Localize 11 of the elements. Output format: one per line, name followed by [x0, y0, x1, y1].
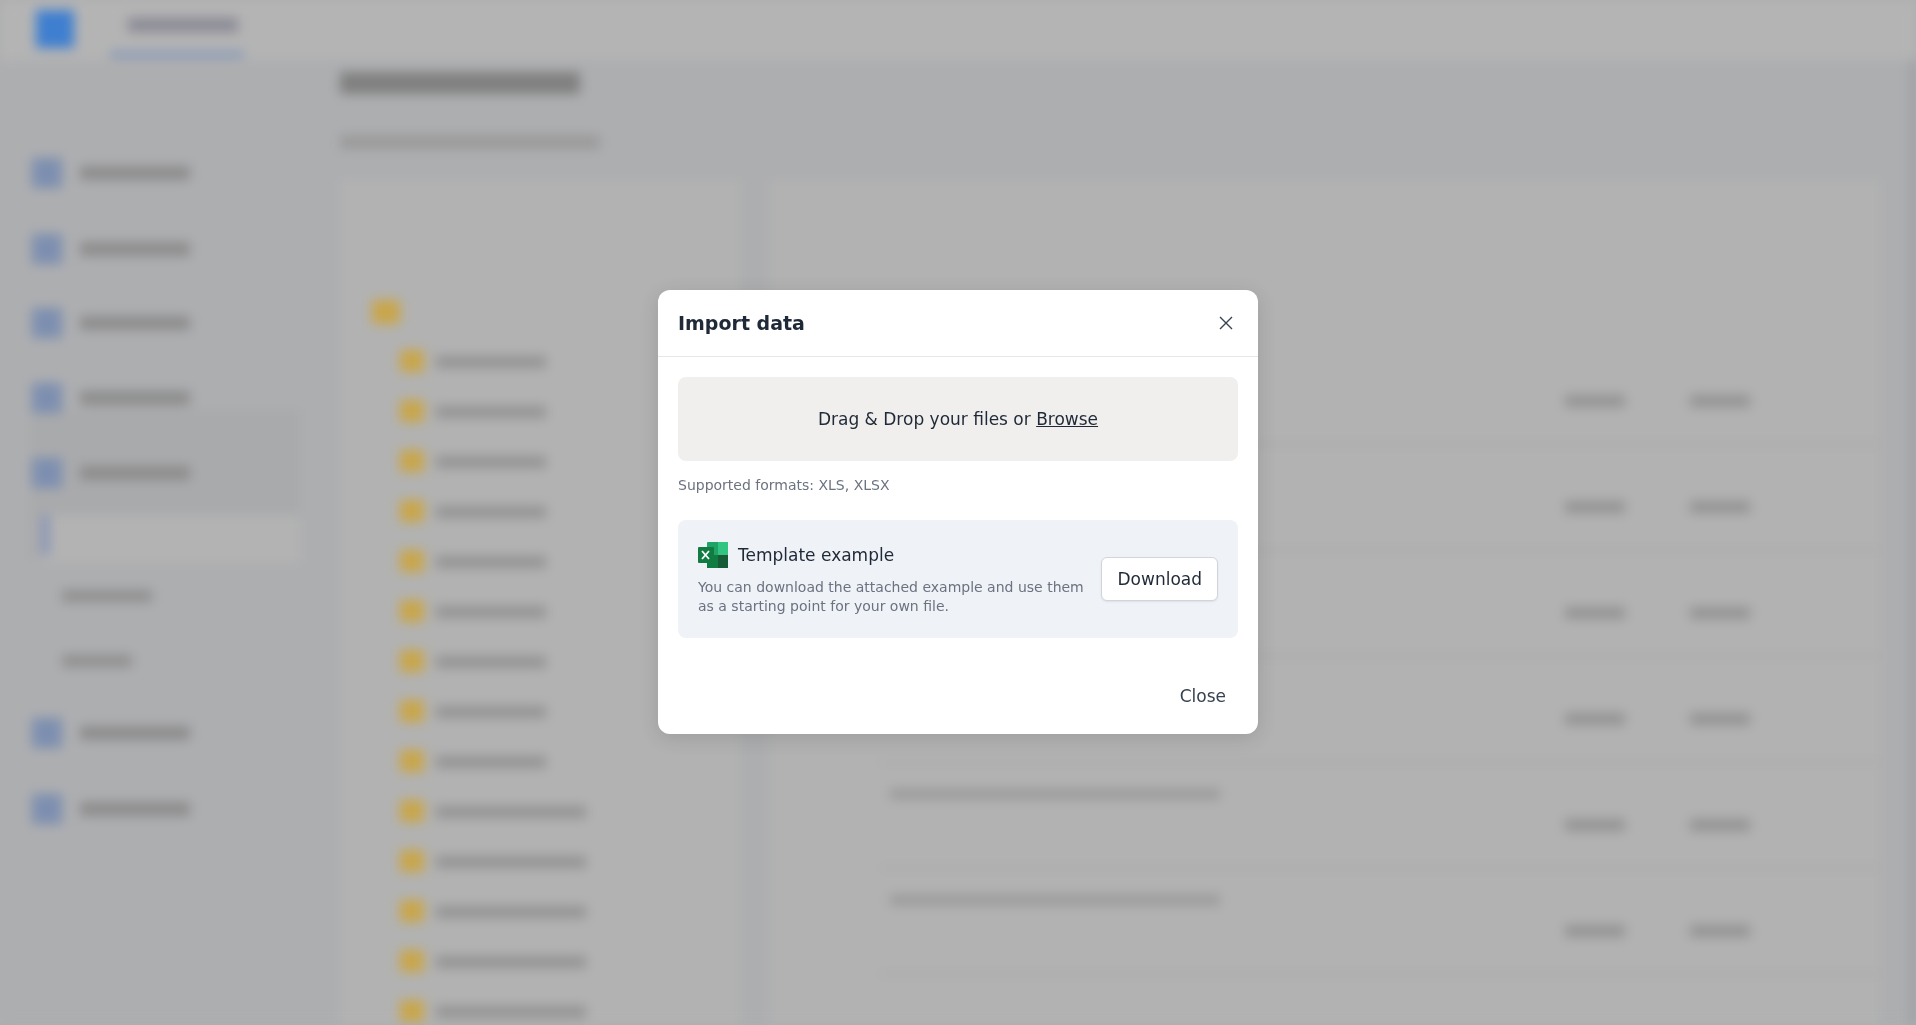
download-button[interactable]: Download — [1101, 557, 1218, 601]
template-title: Template example — [738, 545, 895, 565]
dropzone-text: Drag & Drop your files or Browse — [817, 409, 1099, 429]
close-icon — [1218, 315, 1234, 331]
close-button[interactable]: Close — [1177, 682, 1228, 710]
dialog-title: Import data — [678, 312, 805, 334]
template-description: You can download the attached example and use them as a starting point for your own file. — [698, 578, 1085, 616]
spreadsheet-icon — [698, 542, 728, 568]
supported-formats-text: Supported formats: XLS, XLSX — [678, 477, 891, 493]
browse-link[interactable]: Browse — [1036, 409, 1099, 429]
file-dropzone[interactable]: Drag & Drop your files or Browse — [678, 377, 1238, 461]
